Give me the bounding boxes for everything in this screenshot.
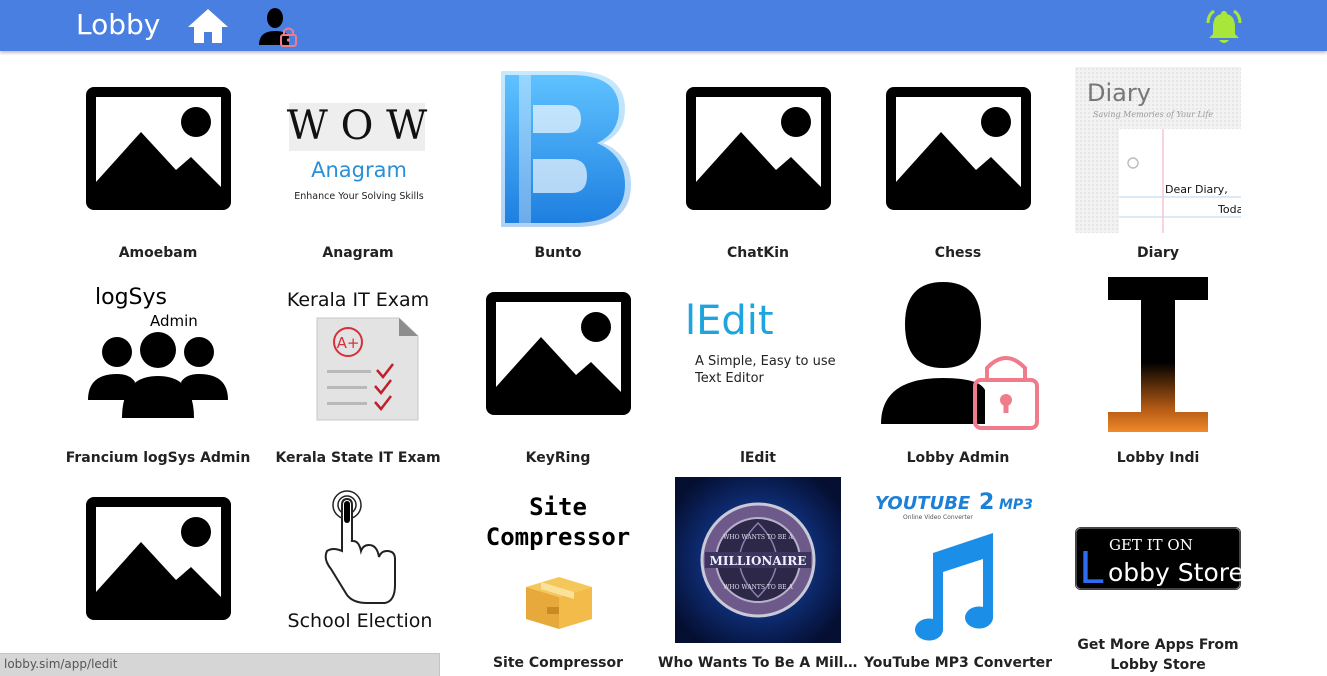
app-tile-chatkin[interactable]: ChatKin <box>658 53 858 261</box>
diary-subtitle: Saving Memories of Your Life <box>1093 110 1213 119</box>
ledit-title: lEdit <box>685 298 774 344</box>
yt-brand-2: 2 <box>979 490 994 515</box>
bunto-b-logo <box>501 71 631 227</box>
logsys-subtitle: Admin <box>150 312 198 330</box>
diary-line-1: Dear Diary, <box>1165 183 1228 196</box>
app-tile-school-election[interactable]: School Election <box>258 463 458 663</box>
app-label: Site Compressor <box>492 655 624 671</box>
diary-line-2: Toda <box>1217 203 1241 216</box>
logsys-group-logo: logSys Admin <box>88 285 228 418</box>
app-label: YouTube MP3 Converter <box>863 655 1053 671</box>
image-placeholder-icon <box>886 87 1031 210</box>
ledit-line-1: A Simple, Easy to use <box>695 354 836 369</box>
kerala-exam-logo: Kerala IT Exam A+ <box>287 289 429 421</box>
app-tile-diary[interactable]: Diary Saving Memories of Your Life Dear … <box>1058 53 1258 261</box>
anagram-logo: W O W Anagram Enhance Your Solving Skill… <box>287 103 427 202</box>
app-tile-youtube-mp3[interactable]: YOUTUBE 2 MP3 Online Video Converter You… <box>858 463 1058 671</box>
site-compressor-line-1: Site <box>529 493 587 521</box>
store-label-line-1: Get More Apps From <box>1077 637 1239 653</box>
app-tile-keyring[interactable]: KeyRing <box>458 258 658 466</box>
ledit-logo: lEdit A Simple, Easy to use Text Editor <box>685 298 836 386</box>
image-placeholder-icon <box>686 87 831 210</box>
anagram-word: W O W <box>287 103 427 149</box>
app-tile-anagram[interactable]: W O W Anagram Enhance Your Solving Skill… <box>258 53 458 261</box>
millionaire-top: WHO WANTS TO BE A <box>723 534 793 541</box>
logsys-title: logSys <box>95 285 167 310</box>
image-placeholder-icon <box>86 87 231 210</box>
millionaire-bottom: WHO WANTS TO BE A <box>723 584 793 591</box>
bell-icon[interactable] <box>1204 7 1244 47</box>
app-tile-millionaire[interactable]: MILLIONAIRE WHO WANTS TO BE A WHO WANTS … <box>658 463 858 671</box>
lobby-store-badge: GET IT ON L obby Store <box>1075 527 1241 594</box>
millionaire-title: MILLIONAIRE <box>710 554 807 568</box>
user-lock-icon <box>881 282 1039 430</box>
app-tile-kerala-it-exam[interactable]: Kerala IT Exam A+ Kerala State IT Exam <box>258 258 458 466</box>
store-line-2: obby Store <box>1108 558 1241 587</box>
school-election-title: School Election <box>288 610 433 632</box>
image-placeholder-icon <box>86 497 231 620</box>
app-tile-lobby-indi[interactable]: Lobby Indi <box>1058 258 1258 466</box>
user-lock-icon[interactable] <box>257 7 299 47</box>
page-title: Lobby <box>76 8 161 41</box>
app-tile-logsys-admin[interactable]: logSys Admin Francium logSys Admin <box>58 258 258 466</box>
kerala-grade: A+ <box>337 334 360 352</box>
top-bar: Lobby <box>0 0 1327 51</box>
diary-logo: Diary Saving Memories of Your Life Dear … <box>1075 67 1241 233</box>
yt-brand-1: YOUTUBE <box>875 493 971 514</box>
app-tile-chess[interactable]: Chess <box>858 53 1058 261</box>
home-icon[interactable] <box>186 7 230 45</box>
store-line-1: GET IT ON <box>1109 536 1193 554</box>
status-url-bar: lobby.sim/app/ledit <box>0 653 440 676</box>
site-compressor-logo: Site Compressor <box>486 493 631 629</box>
site-compressor-line-2: Compressor <box>486 523 631 551</box>
app-tile-lobby-store[interactable]: GET IT ON L obby Store Get More Apps Fro… <box>1058 463 1258 673</box>
yt-brand-3: MP3 <box>999 497 1033 513</box>
anagram-title: Anagram <box>311 158 407 182</box>
store-initial: L <box>1079 543 1104 594</box>
app-label: Who Wants To Be A Million... <box>658 655 858 671</box>
app-tile-amoebam[interactable]: Amoebam <box>58 53 258 261</box>
anagram-tagline: Enhance Your Solving Skills <box>294 191 424 202</box>
app-label: Get More Apps From Lobby Store <box>1058 635 1258 675</box>
app-tile-ledit[interactable]: lEdit A Simple, Easy to use Text Editor … <box>658 258 858 466</box>
yt-tagline: Online Video Converter <box>903 514 973 521</box>
millionaire-logo: MILLIONAIRE WHO WANTS TO BE A WHO WANTS … <box>675 477 841 643</box>
school-election-logo: School Election <box>288 490 433 632</box>
ledit-line-2: Text Editor <box>694 371 765 386</box>
app-tile-bunto[interactable]: Bunto <box>458 53 658 261</box>
app-tile-lobby-admin[interactable]: Lobby Admin <box>858 258 1058 466</box>
lobby-indi-i-logo <box>1108 277 1208 432</box>
store-label-line-2: Lobby Store <box>1110 657 1206 673</box>
app-tile-placeholder[interactable] <box>58 463 258 663</box>
image-placeholder-icon <box>486 292 631 415</box>
youtube-mp3-logo: YOUTUBE 2 MP3 Online Video Converter <box>875 490 1033 641</box>
app-tile-site-compressor[interactable]: Site Compressor Site Compressor <box>458 463 658 671</box>
diary-title: Diary <box>1087 79 1151 107</box>
kerala-title: Kerala IT Exam <box>287 289 429 311</box>
